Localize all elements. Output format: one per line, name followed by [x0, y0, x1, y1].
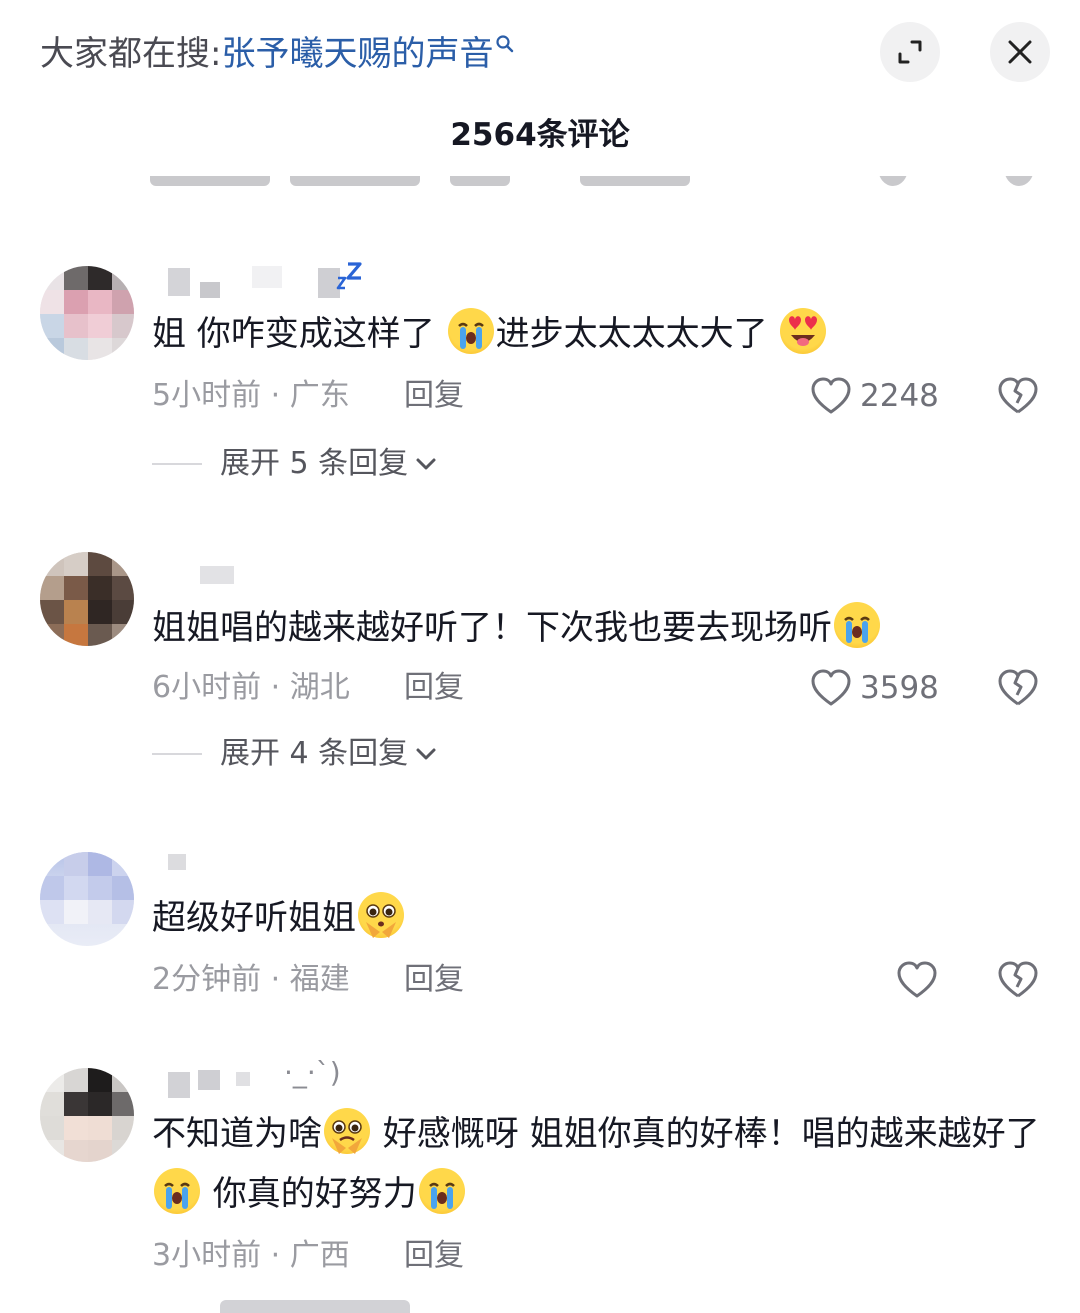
username-fragment: ·_·`)	[284, 1056, 341, 1089]
search-icon	[496, 35, 514, 53]
comment-time-location: 5小时前 · 广东	[152, 378, 350, 413]
heart-outline-icon	[897, 961, 937, 998]
comment-time-location: 6小时前 · 湖北	[152, 670, 350, 705]
teary-pleading-face-emoji	[324, 1108, 370, 1154]
close-icon	[1008, 40, 1032, 64]
expand-replies-label: 展开 4 条回复	[220, 736, 409, 771]
chevron-down-icon	[416, 458, 436, 470]
reply-button[interactable]: 回复	[404, 960, 464, 1000]
pleading-face-emoji	[358, 892, 404, 938]
expand-icon	[898, 40, 922, 64]
comment-text: 超级好听姐姐	[152, 888, 1052, 948]
heart-outline-icon	[811, 669, 851, 706]
reply-button[interactable]: 回复	[404, 1236, 464, 1276]
like-count: 3598	[860, 670, 939, 706]
comment-item: ·_·`) 不知道为啥 好感慨呀 姐姐你真的好棒！唱的越来越好了 你真的好努力 …	[0, 1056, 1080, 1292]
reply-button[interactable]: 回复	[404, 668, 464, 708]
comment-text-part: 好感慨呀 姐姐你真的好棒！唱的越来越好了	[372, 1114, 1040, 1154]
comment-text: 姐 你咋变成这样了 进步太太太太大了	[152, 304, 1052, 364]
search-suggestion-term[interactable]: 张予曦天赐的声音	[221, 34, 493, 74]
broken-heart-icon[interactable]	[996, 376, 1040, 416]
comment-item: 超级好听姐姐 2分钟前 · 福建 回复	[0, 850, 1080, 1010]
comment-text-part: 不知道为啥	[152, 1114, 322, 1154]
like-count: 2248	[860, 378, 939, 414]
search-suggestion[interactable]: 大家都在搜:张予曦天赐的声音	[40, 30, 515, 78]
comment-item: 姐姐唱的越来越好听了！下次我也要去现场听 6小时前 · 湖北 回复 3598 展…	[0, 548, 1080, 788]
crying-face-emoji	[418, 1168, 465, 1214]
comment-time-location: 3小时前 · 广西	[152, 1238, 350, 1273]
search-suggestion-prefix: 大家都在搜:	[40, 34, 222, 74]
crying-face-emoji	[834, 602, 880, 648]
heart-eyes-emoji	[780, 308, 827, 354]
like-button[interactable]: 2248	[810, 376, 939, 416]
comment-text: 姐姐唱的越来越好听了！下次我也要去现场听	[152, 598, 1052, 658]
avatar[interactable]	[40, 552, 134, 646]
expand-button[interactable]	[880, 22, 940, 82]
crying-face-emoji	[154, 1168, 200, 1214]
expand-replies-button[interactable]: 展开 4 条回复	[152, 734, 438, 774]
close-button[interactable]	[990, 22, 1050, 82]
scrolled-next-expand-row	[220, 1300, 420, 1313]
username-obscured[interactable]: ·_·`)	[152, 1056, 412, 1102]
expand-replies-button[interactable]: 展开 5 条回复	[152, 444, 438, 484]
crying-face-emoji	[447, 308, 494, 354]
sleep-zz-icon	[336, 262, 362, 290]
reply-button[interactable]: 回复	[404, 376, 464, 416]
avatar[interactable]	[40, 1068, 134, 1162]
comment-item: 姐 你咋变成这样了 进步太太太太大了 5小时前 · 广东 回复 2248 展开 …	[0, 262, 1080, 502]
comment-time-location: 2分钟前 · 福建	[152, 962, 350, 997]
comment-count-title: 2564条评论	[450, 117, 630, 153]
scrolled-previous-comment-meta	[150, 176, 1050, 196]
avatar[interactable]	[40, 266, 134, 360]
comment-text-part: 进步太太太太大了	[495, 314, 768, 354]
avatar[interactable]	[40, 852, 134, 946]
top-bar: 大家都在搜:张予曦天赐的声音	[0, 0, 1080, 110]
comment-text-part: 你真的好努力	[202, 1174, 417, 1214]
like-button[interactable]	[896, 960, 938, 1000]
comment-text-part: 姐 你咋变成这样了	[152, 314, 435, 354]
like-button[interactable]: 3598	[810, 668, 939, 708]
chevron-down-icon	[416, 748, 436, 760]
comment-text-part: 姐姐唱的越来越好听了！下次我也要去现场听	[152, 608, 832, 648]
divider-line	[152, 463, 202, 465]
broken-heart-icon[interactable]	[996, 668, 1040, 708]
comment-text-part: 超级好听姐姐	[152, 898, 356, 938]
broken-heart-icon[interactable]	[996, 960, 1040, 1000]
divider-line	[152, 753, 202, 755]
expand-replies-label: 展开 5 条回复	[220, 446, 409, 481]
comment-text: 不知道为啥 好感慨呀 姐姐你真的好棒！唱的越来越好了 你真的好努力	[152, 1104, 1052, 1224]
heart-outline-icon	[811, 377, 851, 414]
